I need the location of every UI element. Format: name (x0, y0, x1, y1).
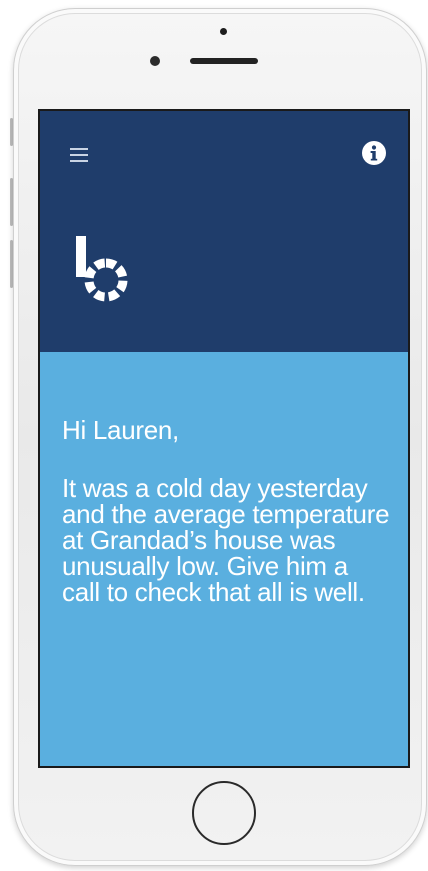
home-button[interactable] (192, 781, 256, 845)
hamburger-menu-icon[interactable] (70, 148, 90, 164)
app-header (40, 111, 408, 352)
greeting-text: Hi Lauren, (62, 415, 179, 445)
message-body: It was a cold day yesterday and the aver… (62, 473, 390, 607)
front-camera (150, 56, 160, 66)
proximity-sensor (220, 28, 227, 35)
earpiece-speaker (190, 58, 258, 64)
device-mockup: Hi Lauren, It was a cold day yesterday a… (0, 0, 428, 871)
app-screen: Hi Lauren, It was a cold day yesterday a… (38, 109, 410, 768)
message-panel: Hi Lauren, It was a cold day yesterday a… (62, 417, 392, 605)
brand-logo-icon (76, 236, 128, 302)
info-icon[interactable] (362, 141, 386, 165)
